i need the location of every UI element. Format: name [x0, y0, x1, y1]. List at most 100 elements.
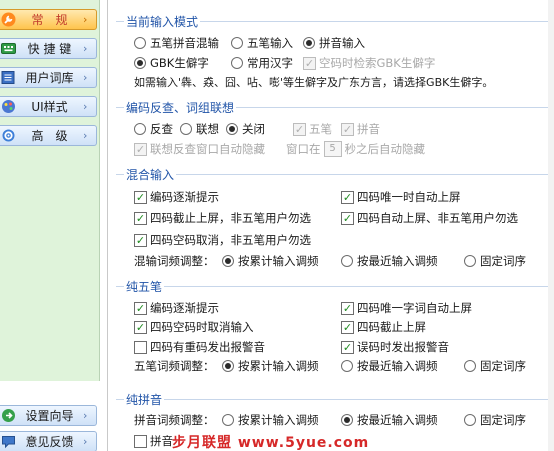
checkbox-mixed-progressive-hint[interactable]: ✓ 编码逐渐提示	[134, 189, 219, 205]
checkbox-label: 四码唯一字词自动上屏	[357, 301, 472, 315]
radio-indicator[interactable]	[134, 123, 146, 135]
section-title: 纯五笔	[124, 278, 165, 295]
radio-label: 拼音输入	[319, 36, 365, 50]
checkbox-mixed-four-code-cutoff[interactable]: ✓ 四码截止上屏，非五笔用户勿选	[134, 210, 311, 226]
gbk-note: 如需输入'犇、猋、囧、呫、嘭'等生僻字及广东方言，请选择GBK生僻字。	[134, 76, 494, 89]
checkbox-indicator[interactable]: ✓	[341, 320, 354, 334]
radio-wubi-pinyin-mixed[interactable]: 五笔拼音混输	[134, 35, 219, 51]
radio-indicator[interactable]	[222, 255, 234, 267]
radio-close[interactable]: 关闭	[226, 121, 265, 137]
checkbox-indicator[interactable]: ✓	[134, 142, 147, 156]
radio-indicator[interactable]	[231, 37, 243, 49]
section-title: 当前输入模式	[124, 13, 201, 30]
scrollbar[interactable]	[548, 0, 554, 451]
checkbox-indicator[interactable]: ✓	[341, 190, 354, 204]
checkbox-lookup-wubi[interactable]: ✓ 五笔	[293, 121, 332, 137]
radio-pinyin[interactable]: 拼音输入	[303, 35, 365, 51]
section-lookup: 编码反查、词组联想 反查 联想 关闭 ✓ 五笔 ✓ 拼音 ✓ 联想反查窗口自动隐…	[116, 98, 553, 162]
nav-feedback[interactable]: 意见反馈 ›	[0, 431, 97, 451]
checkbox-lookup-pinyin[interactable]: ✓ 拼音	[341, 121, 380, 137]
chevron-right-icon: ›	[83, 42, 88, 55]
radio-indicator[interactable]	[341, 360, 353, 372]
wizard-icon	[0, 408, 16, 424]
checkbox-wubi-duplicate-alarm[interactable]: 四码有重码发出报警音	[134, 339, 265, 355]
nav-hotkeys[interactable]: 快 捷 键 ›	[0, 38, 97, 59]
checkbox-indicator[interactable]: ✓	[134, 211, 147, 225]
radio-pinyin-fixed[interactable]: 固定词序	[464, 412, 526, 428]
checkbox-auto-hide[interactable]: ✓ 联想反查窗口自动隐藏	[134, 141, 265, 157]
chevron-right-icon: ›	[83, 409, 88, 422]
checkbox-indicator[interactable]: ✓	[341, 211, 354, 225]
chevron-right-icon: ›	[83, 435, 88, 448]
radio-indicator[interactable]	[180, 123, 192, 135]
radio-indicator[interactable]	[222, 414, 234, 426]
radio-mixed-fixed[interactable]: 固定词序	[464, 253, 526, 269]
nav-user-lexicon[interactable]: 用户词库 ›	[0, 67, 97, 88]
radio-indicator[interactable]	[231, 57, 243, 69]
radio-indicator[interactable]	[464, 360, 476, 372]
checkbox-indicator[interactable]: ✓	[293, 122, 306, 136]
radio-reverse-lookup[interactable]: 反查	[134, 121, 173, 137]
nav-hotkeys-label: 快 捷 键	[27, 42, 72, 56]
radio-indicator[interactable]	[134, 57, 146, 69]
chevron-right-icon: ›	[83, 100, 88, 113]
checkbox-mixed-four-code-auto[interactable]: ✓ 四码自动上屏、非五笔用户勿选	[341, 210, 518, 226]
radio-common-chars[interactable]: 常用汉字	[231, 55, 293, 71]
checkbox-indicator[interactable]: ✓	[341, 340, 354, 354]
radio-wubi[interactable]: 五笔输入	[231, 35, 293, 51]
nav-general[interactable]: 常 规 ›	[0, 9, 97, 30]
checkbox-indicator[interactable]: ✓	[341, 301, 354, 315]
timer-prefix: 窗口在	[286, 142, 321, 156]
checkbox-wubi-four-code-cutoff[interactable]: ✓ 四码截止上屏	[341, 319, 426, 335]
section-input-mode: 当前输入模式 五笔拼音混输 五笔输入 拼音输入 GBK生僻字 常用汉字 ✓ 空码…	[116, 0, 553, 95]
radio-indicator[interactable]	[226, 123, 238, 135]
mixed-freq-label: 混输词频调整：	[134, 254, 215, 268]
nav-feedback-label: 意见反馈	[25, 435, 74, 449]
checkbox-indicator[interactable]: ✓	[134, 320, 147, 334]
radio-indicator[interactable]	[341, 255, 353, 267]
checkbox-indicator[interactable]: ✓	[303, 56, 316, 70]
radio-association[interactable]: 联想	[180, 121, 219, 137]
checkbox-indicator[interactable]: ✓	[134, 190, 147, 204]
checkbox-wubi-empty-cancel[interactable]: ✓ 四码空码时取消输入	[134, 319, 254, 335]
radio-label: 按最近输入调频	[357, 359, 438, 373]
checkbox-mixed-empty-cancel[interactable]: ✓ 四码空码取消，非五笔用户勿选	[134, 232, 311, 248]
checkbox-wubi-progressive-hint[interactable]: ✓ 编码逐渐提示	[134, 300, 219, 316]
radio-pinyin-cumulative[interactable]: 按累计输入调频	[222, 412, 319, 428]
radio-indicator[interactable]	[303, 37, 315, 49]
radio-mixed-recent[interactable]: 按最近输入调频	[341, 253, 438, 269]
checkbox-space-query-gbk[interactable]: ✓ 空码时检索GBK生僻字	[303, 55, 435, 71]
radio-mixed-cumulative[interactable]: 按累计输入调频	[222, 253, 319, 269]
radio-wubi-recent[interactable]: 按最近输入调频	[341, 358, 438, 374]
checkbox-indicator[interactable]: ✓	[134, 301, 147, 315]
checkbox-pinyin-partial[interactable]: 拼音	[134, 433, 173, 449]
radio-indicator[interactable]	[341, 414, 353, 426]
checkbox-indicator[interactable]	[134, 340, 147, 354]
section-divider	[116, 286, 553, 287]
checkbox-indicator[interactable]: ✓	[341, 122, 354, 136]
checkbox-mixed-unique-auto-commit[interactable]: ✓ 四码唯一时自动上屏	[341, 189, 461, 205]
nav-advanced[interactable]: 高 级 ›	[0, 125, 97, 146]
checkbox-label: 拼音	[357, 122, 380, 136]
checkbox-indicator[interactable]	[134, 434, 147, 448]
radio-wubi-fixed[interactable]: 固定词序	[464, 358, 526, 374]
nav-ui-style[interactable]: UI样式 ›	[0, 96, 97, 117]
radio-pinyin-recent[interactable]: 按最近输入调频	[341, 412, 438, 428]
radio-indicator[interactable]	[464, 414, 476, 426]
radio-label: 常用汉字	[247, 56, 293, 70]
nav-setup-wizard[interactable]: 设置向导 ›	[0, 405, 97, 426]
radio-label: 按累计输入调频	[238, 359, 319, 373]
radio-indicator[interactable]	[134, 37, 146, 49]
radio-label: 联想	[196, 122, 219, 136]
radio-indicator[interactable]	[222, 360, 234, 372]
checkbox-label: 四码自动上屏、非五笔用户勿选	[357, 211, 518, 225]
radio-gbk[interactable]: GBK生僻字	[134, 55, 209, 71]
radio-wubi-cumulative[interactable]: 按累计输入调频	[222, 358, 319, 374]
section-divider	[116, 174, 553, 175]
radio-indicator[interactable]	[464, 255, 476, 267]
checkbox-label: 误码时发出报警音	[357, 340, 449, 354]
seconds-spinner[interactable]: 5	[323, 141, 342, 157]
checkbox-indicator[interactable]: ✓	[134, 233, 147, 247]
checkbox-wubi-unique-auto-commit[interactable]: ✓ 四码唯一字词自动上屏	[341, 300, 472, 316]
checkbox-wubi-error-alarm[interactable]: ✓ 误码时发出报警音	[341, 339, 449, 355]
